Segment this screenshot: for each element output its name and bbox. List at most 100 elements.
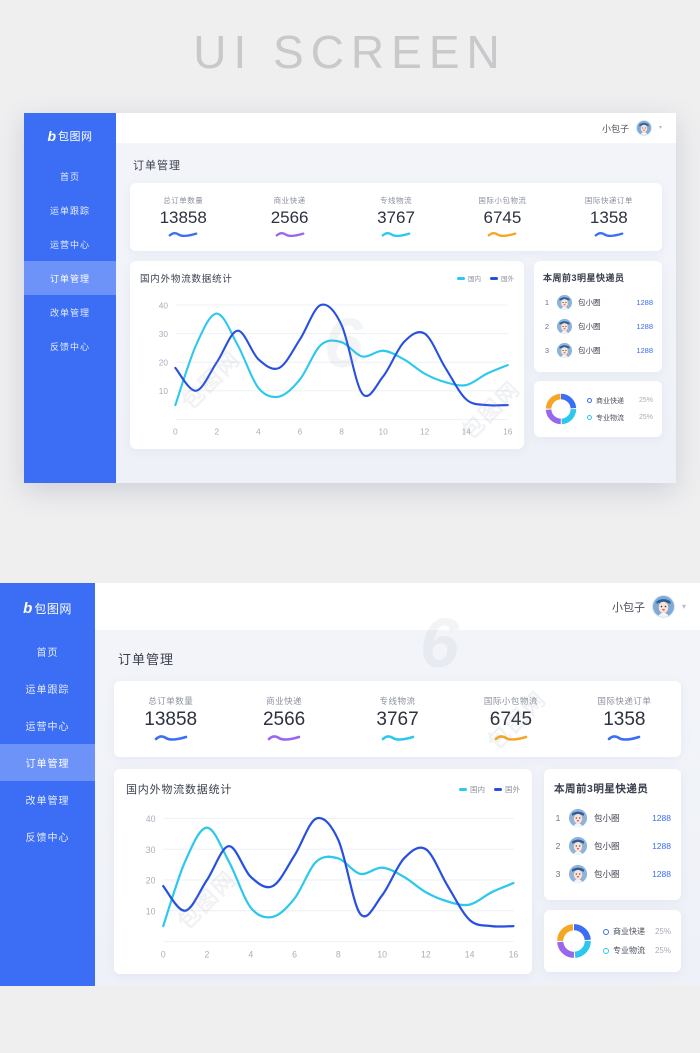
legend-percent: 25% <box>654 946 671 955</box>
list-item[interactable]: 2 包小圈 1288 <box>543 314 653 338</box>
brand-logo[interactable]: b 包图网 <box>0 583 95 633</box>
svg-text:8: 8 <box>336 949 341 959</box>
legend-item-commercial-express[interactable]: 商业快递 25% <box>603 926 671 937</box>
rank: 3 <box>544 345 550 355</box>
top-couriers-card: 本周前3明星快递员 1 包小圈 1288 2 包小圈 1288 3 包小圈 12… <box>534 261 662 372</box>
right-column: 本周前3明星快递员 1 包小圈 1288 2 包小圈 1288 3 包小圈 12… <box>534 261 662 449</box>
list-item[interactable]: 1 包小圈 1288 <box>543 290 653 314</box>
chart-legend: 国内 国外 <box>459 784 520 795</box>
stat-intl-express-orders: 国际快递订单 1358 <box>556 195 662 239</box>
sidebar-item-feedback-center[interactable]: 反馈中心 <box>24 329 116 363</box>
sidebar-item-home[interactable]: 首页 <box>24 159 116 193</box>
svg-text:20: 20 <box>146 875 156 885</box>
list-item[interactable]: 3 包小圈 1288 <box>543 338 653 362</box>
sidebar-item-home[interactable]: 首页 <box>0 633 95 670</box>
avatar-face-icon <box>652 596 674 617</box>
svg-text:12: 12 <box>420 426 430 436</box>
line-chart-svg: 10 20 30 40 0 2 4 6 8 10 12 14 16 <box>146 814 518 960</box>
content: 订单管理 总订单数量 13858 商业快递 2566 专线物流 3767 国际小… <box>95 630 700 986</box>
sparkline-icon <box>381 232 411 237</box>
sidebar-item-feedback-center[interactable]: 反馈中心 <box>0 818 95 855</box>
legend-percent: 25% <box>638 397 653 404</box>
rank: 2 <box>544 321 550 331</box>
list-item[interactable]: 2 包小圈 1288 <box>554 832 671 860</box>
sidebar-item-order-management[interactable]: 订单管理 <box>24 261 116 295</box>
dashboard-mockup-bottom: b 包图网 首页 运单跟踪 运营中心 订单管理 改单管理 反馈中心 小包子 ▾ … <box>0 583 700 986</box>
stat-label: 国际快递订单 <box>584 196 633 205</box>
stat-value: 13858 <box>159 208 207 227</box>
sidebar-item-order-change-management[interactable]: 改单管理 <box>24 295 116 329</box>
stat-total-orders: 总订单数量 13858 <box>114 695 227 743</box>
page-title: 订单管理 <box>133 160 181 172</box>
chart-header: 国内外物流数据统计 国内 国外 <box>126 781 520 797</box>
sparkline-icon <box>267 735 301 741</box>
stat-intl-parcel-logistics: 国际小包物流 6745 <box>454 695 567 743</box>
stat-label: 专线物流 <box>379 696 416 706</box>
screenshot-root: UI SCREEN b 包图网 首页 运单跟踪 运营中心 订单管理 改单管理 反… <box>0 0 700 1053</box>
sidebar-item-order-management[interactable]: 订单管理 <box>0 744 95 781</box>
chevron-down-icon[interactable]: ▾ <box>659 125 662 131</box>
avatar-face-icon <box>569 809 587 827</box>
legend-swatch-icon <box>459 787 467 791</box>
sidebar-item-operations-center[interactable]: 运营中心 <box>24 227 116 261</box>
stat-value: 2566 <box>262 709 306 730</box>
legend-item-professional-logistics[interactable]: 专业物流 25% <box>603 945 671 956</box>
stat-value: 6745 <box>483 208 522 227</box>
sidebar-item-waybill-tracking[interactable]: 运单跟踪 <box>0 670 95 707</box>
couriers-title: 本周前3明星快递员 <box>554 783 649 795</box>
avatar-face-icon <box>557 342 572 358</box>
chevron-down-icon[interactable]: ▾ <box>682 602 686 611</box>
right-column: 本周前3明星快递员 1 包小圈 1288 2 包小圈 1288 3 包小圈 12… <box>544 769 681 974</box>
stat-label: 总订单数量 <box>163 196 204 205</box>
svg-text:12: 12 <box>421 949 431 959</box>
svg-text:10: 10 <box>377 949 387 959</box>
sidebar-item-order-change-management[interactable]: 改单管理 <box>0 781 95 818</box>
banner: UI SCREEN <box>0 0 700 104</box>
main-area: 小包子 ▾ 订单管理 总订单数量 13858 商业快递 2566 专线物流 37… <box>116 113 676 483</box>
brand-mark-icon: b <box>47 128 57 144</box>
brand-name: 包图网 <box>58 131 93 143</box>
donut-chart-svg <box>545 393 577 425</box>
legend-item-domestic[interactable]: 国内 <box>459 784 485 795</box>
user-name: 小包子 <box>611 601 645 614</box>
courier-score: 1288 <box>652 841 671 851</box>
content: 订单管理 总订单数量 13858 商业快递 2566 专线物流 3767 国际小… <box>116 143 676 483</box>
avatar <box>569 865 587 883</box>
list-item[interactable]: 3 包小圈 1288 <box>554 860 671 888</box>
lower-row: 国内外物流数据统计 国内 国外 10 20 30 40 0 2 4 6 8 10… <box>114 769 681 974</box>
sidebar-nav: 首页 运单跟踪 运营中心 订单管理 改单管理 反馈中心 <box>24 159 116 363</box>
stat-label: 商业快递 <box>266 696 303 706</box>
svg-text:10: 10 <box>378 426 388 436</box>
legend-item-commercial-express[interactable]: 商业快递 25% <box>587 396 653 406</box>
main-area: 小包子 ▾ 订单管理 总订单数量 13858 商业快递 2566 专线物流 37… <box>95 583 700 986</box>
svg-text:14: 14 <box>462 426 472 436</box>
avatar <box>557 342 572 358</box>
legend-label: 商业快递 <box>596 397 624 405</box>
legend-item-domestic[interactable]: 国内 <box>457 273 481 283</box>
brand-logo[interactable]: b 包图网 <box>24 113 116 159</box>
svg-text:30: 30 <box>159 329 169 339</box>
rank: 3 <box>555 869 561 879</box>
stat-value: 13858 <box>144 709 198 730</box>
avatar[interactable] <box>651 595 675 618</box>
distribution-card: 商业快递 25% 专业物流 25% <box>544 910 681 972</box>
avatar-face-icon <box>557 318 572 334</box>
chart-header: 国内外物流数据统计 国内 国外 <box>140 271 514 285</box>
stat-value: 6745 <box>489 709 533 730</box>
legend-item-overseas[interactable]: 国外 <box>494 784 520 795</box>
sidebar-item-operations-center[interactable]: 运营中心 <box>0 707 95 744</box>
legend-item-overseas[interactable]: 国外 <box>490 273 514 283</box>
distribution-card: 商业快递 25% 专业物流 25% <box>534 381 662 437</box>
stat-label: 国际快递订单 <box>597 696 652 706</box>
donut-chart <box>543 391 579 427</box>
avatar[interactable] <box>635 120 652 136</box>
topbar: 小包子 ▾ <box>95 583 700 630</box>
legend-item-professional-logistics[interactable]: 专业物流 25% <box>587 413 653 423</box>
stat-commercial-express: 商业快递 2566 <box>236 195 342 239</box>
courier-score: 1288 <box>652 813 671 823</box>
legend-swatch-icon <box>494 787 502 791</box>
donut-legend: 商业快递 25% 专业物流 25% <box>603 926 671 956</box>
courier-name: 包小圈 <box>594 869 620 879</box>
sidebar-item-waybill-tracking[interactable]: 运单跟踪 <box>24 193 116 227</box>
list-item[interactable]: 1 包小圈 1288 <box>554 804 671 832</box>
